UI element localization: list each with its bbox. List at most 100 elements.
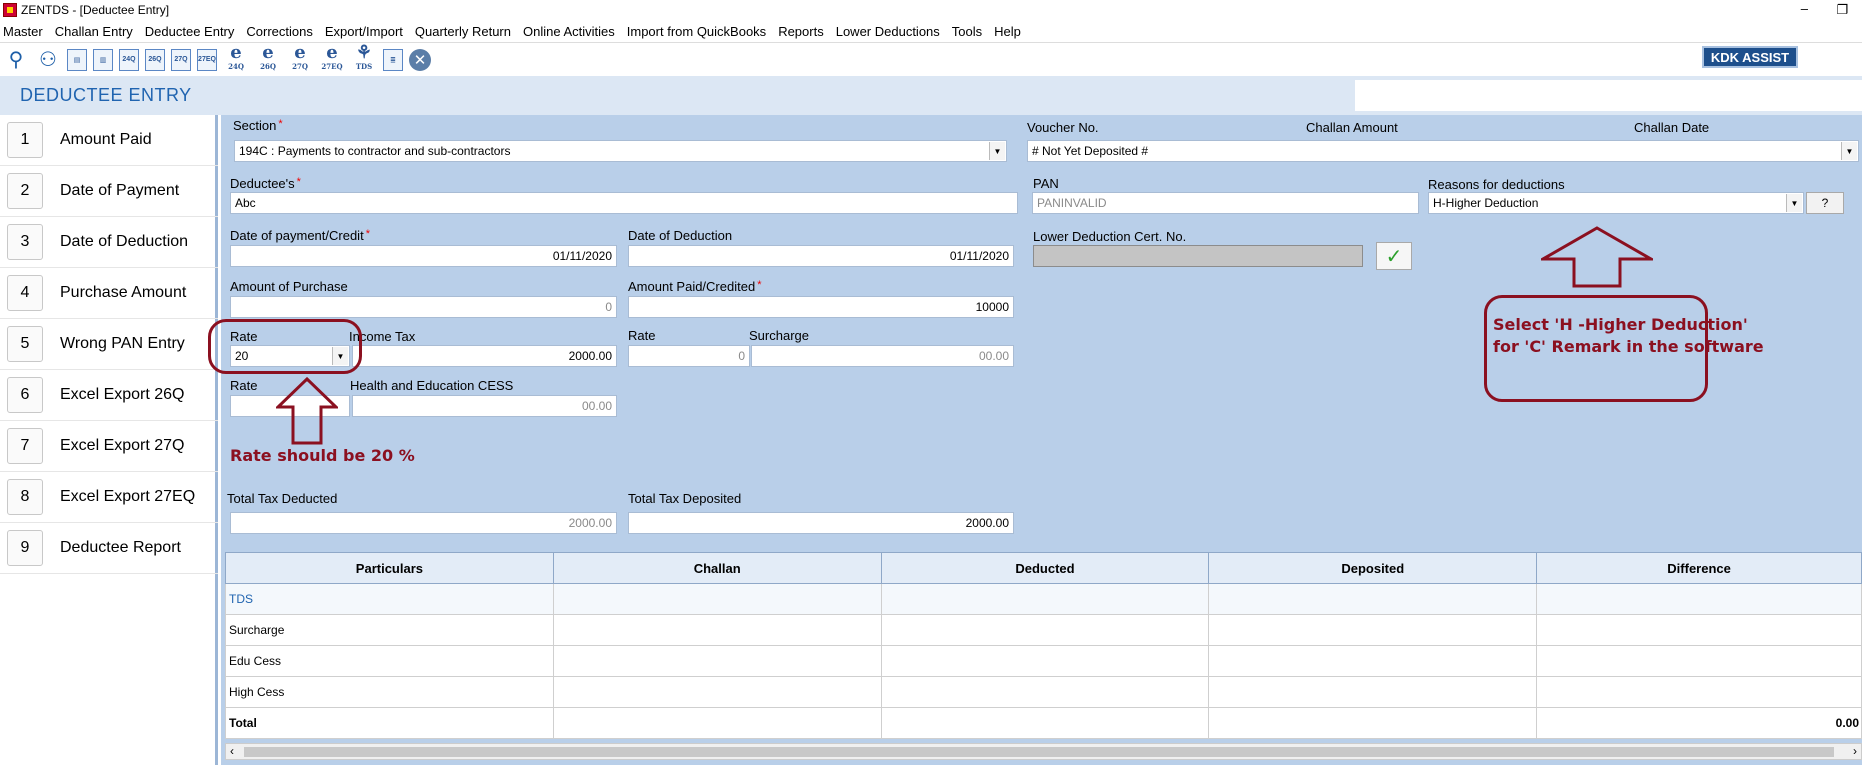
date-deduction-label: Date of Deduction bbox=[628, 228, 733, 243]
deductor-icon[interactable]: ⚲ bbox=[3, 47, 29, 73]
table-row[interactable]: Surcharge bbox=[225, 614, 1862, 646]
table-cell bbox=[880, 645, 1210, 677]
deductee-field[interactable]: Abc bbox=[230, 192, 1018, 214]
surcharge-rate-field[interactable]: 0 bbox=[628, 345, 750, 367]
sidebar-item-number: 1 bbox=[7, 122, 43, 158]
menu-lower-deductions[interactable]: Lower Deductions bbox=[836, 24, 940, 39]
e-27eq-label: 27EQ bbox=[321, 61, 343, 71]
minimize-icon[interactable]: – bbox=[1801, 1, 1808, 16]
cess-field[interactable]: 00.00 bbox=[352, 395, 617, 417]
sidebar-item-date-of-payment[interactable]: 2 Date of Payment bbox=[0, 166, 218, 217]
column-header-challan[interactable]: Challan bbox=[552, 552, 882, 584]
users-icon[interactable]: ⚇ bbox=[35, 47, 61, 73]
menu-import-quickbooks[interactable]: Import from QuickBooks bbox=[627, 24, 766, 39]
form-26q-icon[interactable]: 26Q bbox=[145, 48, 165, 71]
menu-export-import[interactable]: Export/Import bbox=[325, 24, 403, 39]
table-cell: Surcharge bbox=[225, 614, 554, 646]
column-header-deducted[interactable]: Deducted bbox=[880, 552, 1210, 584]
page-title: DEDUCTEE ENTRY bbox=[20, 85, 192, 105]
form-27eq-icon[interactable]: 27EQ bbox=[197, 48, 217, 71]
cess-rate-label: Rate bbox=[230, 378, 258, 393]
rate-highlight-box bbox=[208, 319, 362, 374]
sidebar-item-number: 7 bbox=[7, 428, 43, 464]
sidebar-item-excel-export-26q[interactable]: 6 Excel Export 26Q bbox=[0, 370, 218, 421]
restore-icon[interactable]: ❐ bbox=[1836, 2, 1848, 18]
tds-icon[interactable]: ⚘ TDS bbox=[351, 43, 377, 73]
close-icon[interactable]: ✕ bbox=[409, 48, 431, 71]
sidebar-item-label: Deductee Report bbox=[60, 539, 181, 556]
date-deduction-field[interactable]: 01/11/2020 bbox=[628, 245, 1014, 267]
scroll-right-icon[interactable]: › bbox=[1853, 744, 1857, 758]
menu-challan-entry[interactable]: Challan Entry bbox=[55, 24, 133, 39]
table-cell: TDS bbox=[225, 583, 554, 615]
menu-deductee-entry[interactable]: Deductee Entry bbox=[145, 24, 235, 39]
scroll-left-icon[interactable]: ‹ bbox=[230, 744, 234, 758]
sidebar-item-purchase-amount[interactable]: 4 Purchase Amount bbox=[0, 268, 218, 319]
table-row[interactable]: TDS bbox=[225, 583, 1862, 615]
table-cell bbox=[880, 614, 1210, 646]
table-cell bbox=[1208, 583, 1538, 615]
sidebar-item-number: 5 bbox=[7, 326, 43, 362]
table-cell bbox=[1208, 645, 1538, 677]
rate-note: Rate should be 20 % bbox=[230, 446, 415, 465]
e-27eq-icon[interactable]: e 27EQ bbox=[319, 43, 345, 73]
pan-field[interactable]: PANINVALID bbox=[1032, 192, 1419, 214]
summary-table: Particulars Challan Deducted Deposited D… bbox=[225, 552, 1862, 739]
reason-note-line2: for 'C' Remark in the software bbox=[1493, 337, 1764, 356]
e-27q-icon[interactable]: e 27Q bbox=[287, 43, 313, 73]
main-form-panel: Section * 194C : Payments to contractor a… bbox=[208, 115, 1862, 765]
income-tax-field[interactable]: 2000.00 bbox=[352, 345, 617, 367]
menu-help[interactable]: Help bbox=[994, 24, 1021, 39]
sidebar-item-excel-export-27eq[interactable]: 8 Excel Export 27EQ bbox=[0, 472, 218, 523]
tds-label: TDS bbox=[355, 61, 373, 71]
kdk-assist-button[interactable]: KDK ASSIST bbox=[1702, 46, 1798, 68]
horizontal-scrollbar[interactable]: ‹ › bbox=[225, 743, 1862, 760]
menu-corrections[interactable]: Corrections bbox=[246, 24, 312, 39]
menu-reports[interactable]: Reports bbox=[778, 24, 824, 39]
deductee-doc-icon[interactable]: ▤ bbox=[67, 48, 87, 71]
table-row[interactable]: High Cess bbox=[225, 676, 1862, 708]
challan-date-label: Challan Date bbox=[1634, 120, 1710, 135]
table-cell: Total bbox=[225, 707, 554, 739]
table-row-total[interactable]: Total 0.00 bbox=[225, 707, 1862, 739]
table-cell bbox=[1208, 614, 1538, 646]
sidebar-item-number: 2 bbox=[7, 173, 43, 209]
menu-tools[interactable]: Tools bbox=[952, 24, 982, 39]
e-26q-icon[interactable]: e 26Q bbox=[255, 43, 281, 73]
chevron-down-icon[interactable]: ▼ bbox=[1786, 194, 1802, 212]
form-27q-icon[interactable]: 27Q bbox=[171, 48, 191, 71]
rate-arrow-icon bbox=[276, 377, 338, 445]
surcharge-field[interactable]: 00.00 bbox=[751, 345, 1014, 367]
surcharge-label: Surcharge bbox=[749, 328, 809, 343]
column-header-difference[interactable]: Difference bbox=[1536, 552, 1862, 584]
menu-online-activities[interactable]: Online Activities bbox=[523, 24, 615, 39]
scrollbar-thumb[interactable] bbox=[244, 747, 1834, 757]
table-row[interactable]: Edu Cess bbox=[225, 645, 1862, 677]
menu-quarterly-return[interactable]: Quarterly Return bbox=[415, 24, 511, 39]
check-icon[interactable]: ✓ bbox=[1376, 242, 1412, 270]
chevron-down-icon[interactable]: ▼ bbox=[1841, 142, 1857, 160]
chevron-down-icon[interactable]: ▼ bbox=[989, 142, 1005, 160]
column-header-particulars[interactable]: Particulars bbox=[225, 552, 554, 584]
employee-doc-icon[interactable]: ▥ bbox=[93, 48, 113, 71]
reasons-help-button[interactable]: ? bbox=[1806, 192, 1844, 214]
sidebar-item-deductee-report[interactable]: 9 Deductee Report bbox=[0, 523, 218, 574]
section-select[interactable]: 194C : Payments to contractor and sub-co… bbox=[234, 140, 1007, 162]
voucher-select[interactable]: # Not Yet Deposited # ▼ bbox=[1027, 140, 1859, 162]
report-icon[interactable]: ≣ bbox=[383, 48, 403, 71]
reasons-select[interactable]: H-Higher Deduction ▼ bbox=[1428, 192, 1804, 214]
amount-paid-field[interactable]: 10000 bbox=[628, 296, 1014, 318]
sidebar-item-wrong-pan-entry[interactable]: 5 Wrong PAN Entry bbox=[0, 319, 218, 370]
form-24q-icon[interactable]: 24Q bbox=[119, 48, 139, 71]
date-payment-field[interactable]: 01/11/2020 bbox=[230, 245, 617, 267]
sidebar-item-label: Amount Paid bbox=[60, 131, 152, 148]
column-header-deposited[interactable]: Deposited bbox=[1208, 552, 1538, 584]
e-24q-icon[interactable]: e 24Q bbox=[223, 43, 249, 73]
sidebar-item-amount-paid[interactable]: 1 Amount Paid bbox=[0, 115, 218, 166]
sidebar-item-label: Date of Payment bbox=[60, 182, 180, 199]
voucher-select-value: # Not Yet Deposited # bbox=[1032, 144, 1149, 158]
sidebar-item-date-of-deduction[interactable]: 3 Date of Deduction bbox=[0, 217, 218, 268]
amount-purchase-field[interactable]: 0 bbox=[230, 296, 617, 318]
menu-master[interactable]: Master bbox=[3, 24, 43, 39]
sidebar-item-excel-export-27q[interactable]: 7 Excel Export 27Q bbox=[0, 421, 218, 472]
